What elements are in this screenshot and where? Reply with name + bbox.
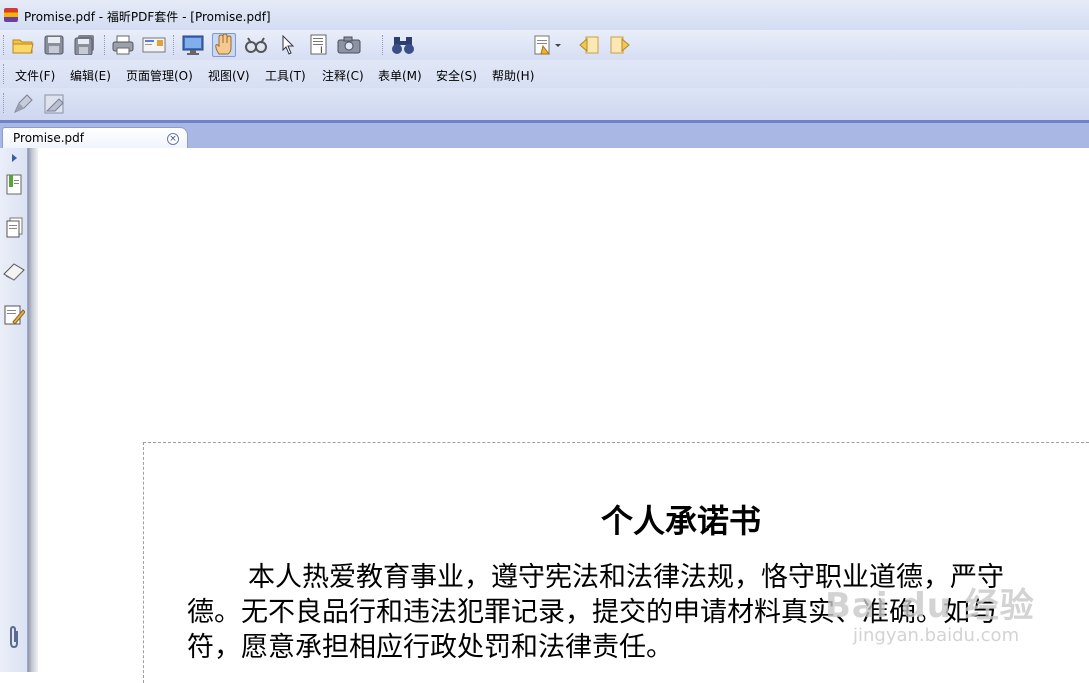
zoom-glasses-icon[interactable] <box>244 33 268 57</box>
svg-text:I: I <box>320 46 323 56</box>
highlight-pen-icon[interactable] <box>11 92 35 116</box>
toolbar-grip[interactable] <box>3 93 6 113</box>
panel-splitter[interactable] <box>28 148 38 672</box>
find-binoculars-icon[interactable] <box>391 33 415 57</box>
open-folder-icon[interactable] <box>11 33 35 57</box>
menu-security[interactable]: 安全(S) <box>436 67 477 84</box>
print-icon[interactable] <box>111 33 135 57</box>
title-bar: Promise.pdf - 福昕PDF套件 - [Promise.pdf] <box>0 0 1089 30</box>
attachment-icon[interactable] <box>3 625 25 649</box>
document-heading: 个人承诺书 <box>601 502 762 540</box>
menu-bar: 文件(F) 编辑(E) 页面管理(O) 视图(V) 工具(T) 注释(C) 表单… <box>0 60 1089 88</box>
hand-icon[interactable] <box>212 33 236 57</box>
prev-result-icon[interactable] <box>577 33 601 57</box>
pages-icon[interactable] <box>3 217 25 239</box>
toolbar-separator <box>173 35 176 55</box>
toolbar-separator <box>382 35 385 55</box>
menu-help[interactable]: 帮助(H) <box>492 67 534 84</box>
next-result-icon[interactable] <box>608 33 632 57</box>
main-toolbar: I <box>0 30 1089 81</box>
menu-page-management[interactable]: 页面管理(O) <box>126 67 193 84</box>
watermark-url-text: jingyan.baidu.com <box>853 625 1020 646</box>
menu-edit[interactable]: 编辑(E) <box>70 67 111 84</box>
tab-label: Promise.pdf <box>13 131 84 145</box>
navigation-side-panel <box>0 148 28 672</box>
baidu-jingyan-watermark: Bai du 经验 jingyan.baidu.com <box>825 578 1035 646</box>
watermark-main-text: Bai du 经验 <box>825 586 1035 626</box>
menu-tools[interactable]: 工具(T) <box>265 67 306 84</box>
menu-comment[interactable]: 注释(C) <box>322 67 364 84</box>
tab-close-icon[interactable]: × <box>167 133 179 145</box>
expand-arrow-icon[interactable] <box>3 150 25 166</box>
toolbar-separator <box>104 35 107 55</box>
menu-grip[interactable] <box>3 64 6 84</box>
save-all-icon[interactable] <box>73 33 97 57</box>
text-select-icon[interactable]: I <box>307 33 331 57</box>
bookmarks-icon[interactable] <box>3 174 25 196</box>
secondary-toolbar <box>0 88 1089 120</box>
select-cursor-icon[interactable] <box>276 33 300 57</box>
toolbar-grip[interactable] <box>3 35 6 55</box>
app-logo-icon <box>4 8 18 22</box>
search-options-icon[interactable] <box>533 33 563 57</box>
menu-form[interactable]: 表单(M) <box>378 67 422 84</box>
document-paragraph-line: 符，愿意承担相应行政处罚和法律责任。 <box>187 632 673 663</box>
eraser-icon[interactable] <box>42 92 66 116</box>
menu-file[interactable]: 文件(F) <box>15 67 55 84</box>
snapshot-camera-icon[interactable] <box>337 33 361 57</box>
window-title: Promise.pdf - 福昕PDF套件 - [Promise.pdf] <box>24 10 271 24</box>
save-icon[interactable] <box>42 33 66 57</box>
menu-view[interactable]: 视图(V) <box>208 67 250 84</box>
document-tab-strip: Promise.pdf × <box>0 120 1089 151</box>
monitor-icon[interactable] <box>181 33 205 57</box>
signature-icon[interactable] <box>3 304 25 326</box>
layers-icon[interactable] <box>3 261 25 283</box>
email-icon[interactable] <box>142 33 166 57</box>
